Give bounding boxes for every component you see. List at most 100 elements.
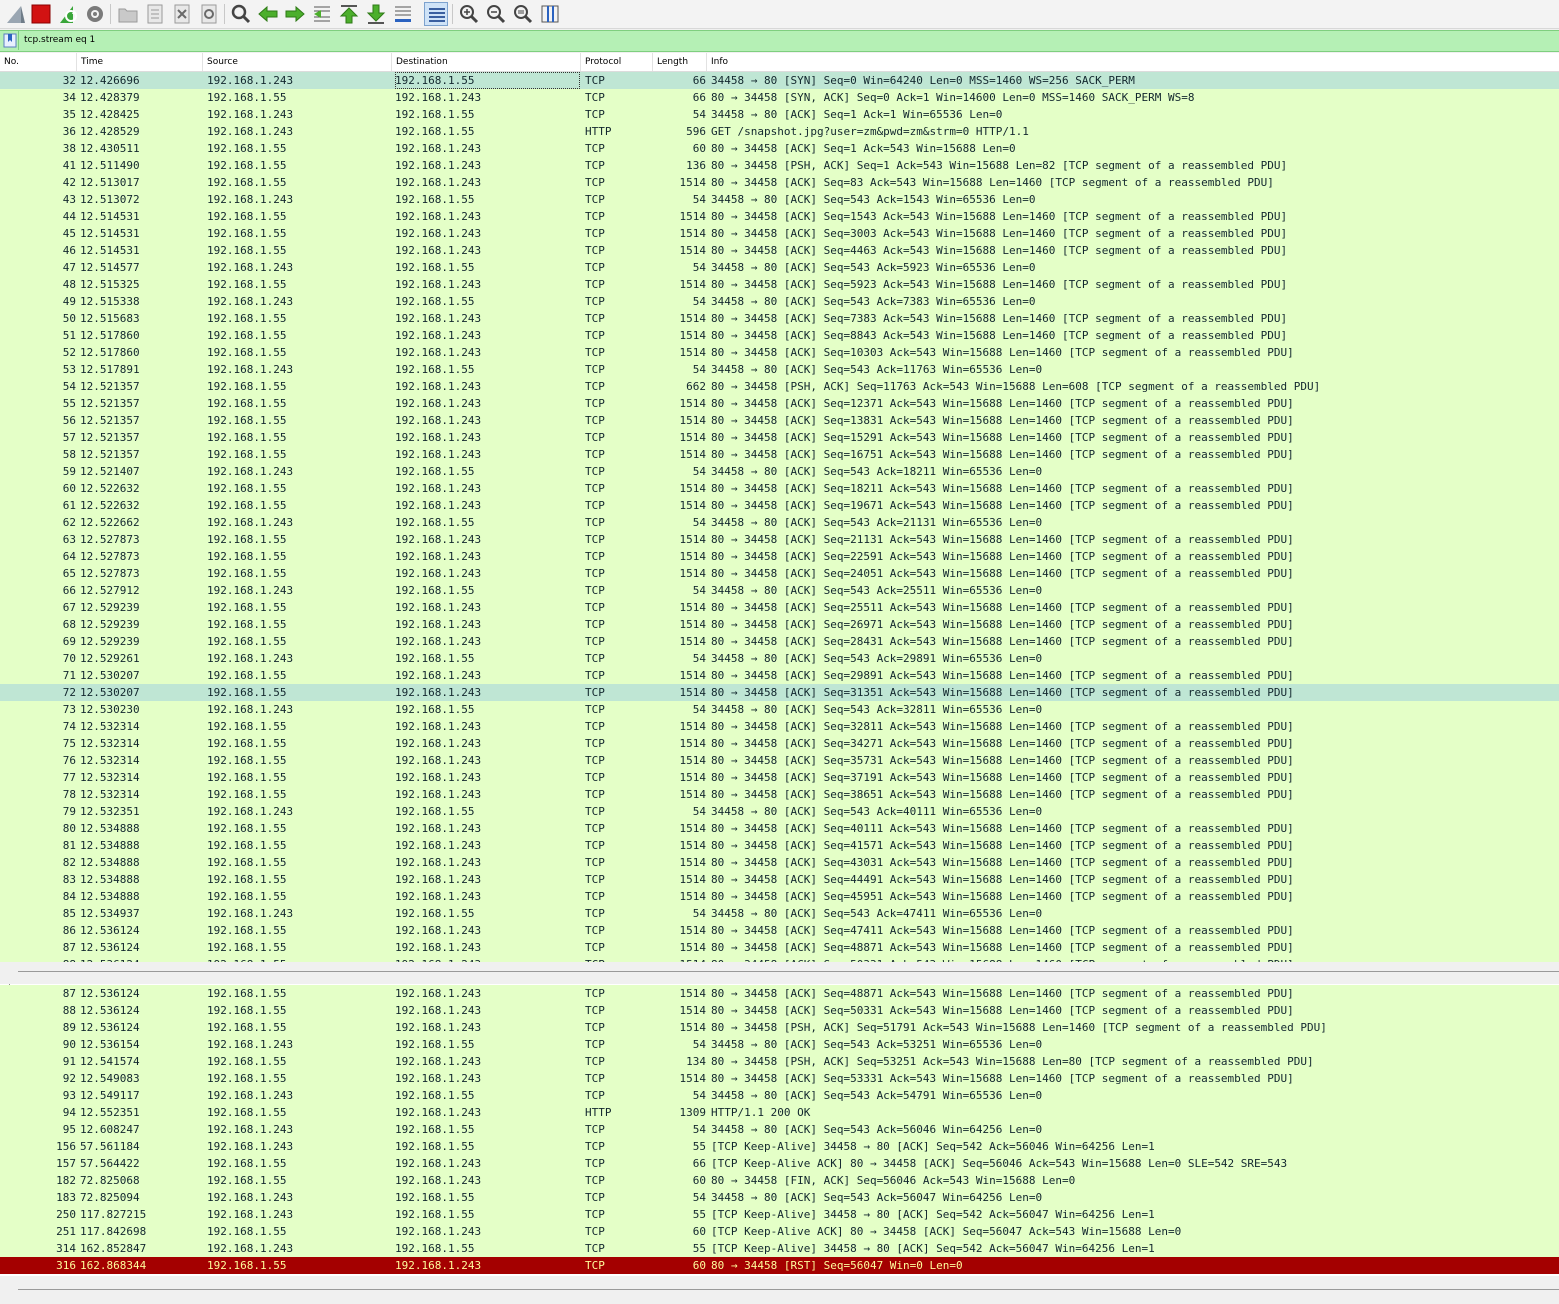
- zoom-in-icon[interactable]: [457, 2, 481, 26]
- packet-row[interactable]: 69 12.529239 192.168.1.55 192.168.1.243 TCP 1…: [0, 633, 1559, 650]
- column-header-length[interactable]: Length: [653, 53, 707, 71]
- packet-row[interactable]: 60 12.522632 192.168.1.55 192.168.1.243 TCP 1…: [0, 480, 1559, 497]
- stop-capture-icon[interactable]: [29, 2, 53, 26]
- packet-row[interactable]: 42 12.513017 192.168.1.55 192.168.1.243 TCP 1…: [0, 174, 1559, 191]
- restart-capture-icon[interactable]: [56, 2, 80, 26]
- colorize-icon[interactable]: [424, 2, 448, 26]
- packet-row[interactable]: 87 12.536124 192.168.1.55 192.168.1.243 TCP 1…: [0, 939, 1559, 956]
- packet-row[interactable]: 38 12.430511 192.168.1.55 192.168.1.243 TCP 6…: [0, 140, 1559, 157]
- packet-row[interactable]: 77 12.532314 192.168.1.55 192.168.1.243 TCP 1…: [0, 769, 1559, 786]
- packet-row[interactable]: 35 12.428425 192.168.1.243 192.168.1.55 TCP 5…: [0, 106, 1559, 123]
- packet-row[interactable]: 81 12.534888 192.168.1.55 192.168.1.243 TCP 1…: [0, 837, 1559, 854]
- packet-row[interactable]: 63 12.527873 192.168.1.55 192.168.1.243 TCP 1…: [0, 531, 1559, 548]
- packet-row[interactable]: 88 12.536124 192.168.1.55 192.168.1.243 TCP 1…: [0, 1002, 1559, 1019]
- packet-row[interactable]: 76 12.532314 192.168.1.55 192.168.1.243 TCP 1…: [0, 752, 1559, 769]
- packet-row[interactable]: 74 12.532314 192.168.1.55 192.168.1.243 TCP 1…: [0, 718, 1559, 735]
- packet-row[interactable]: 55 12.521357 192.168.1.55 192.168.1.243 TCP 1…: [0, 395, 1559, 412]
- packet-row[interactable]: 93 12.549117 192.168.1.243 192.168.1.55 TCP 5…: [0, 1087, 1559, 1104]
- zoom-out-icon[interactable]: [484, 2, 508, 26]
- packet-row[interactable]: 47 12.514577 192.168.1.243 192.168.1.55 TCP 5…: [0, 259, 1559, 276]
- packet-row[interactable]: 87 12.536124 192.168.1.55 192.168.1.243 TCP 1…: [0, 985, 1559, 1002]
- packet-row[interactable]: 75 12.532314 192.168.1.55 192.168.1.243 TCP 1…: [0, 735, 1559, 752]
- normal-size-icon[interactable]: [511, 2, 535, 26]
- capture-options-icon[interactable]: [83, 2, 107, 26]
- find-packet-icon[interactable]: [229, 2, 253, 26]
- packet-row[interactable]: 72 12.530207 192.168.1.55 192.168.1.243 TCP 1…: [0, 684, 1559, 701]
- column-header-time[interactable]: Time: [77, 53, 203, 71]
- column-header-no[interactable]: No.: [0, 53, 77, 71]
- go-forward-icon[interactable]: [283, 2, 307, 26]
- packet-row[interactable]: 89 12.536124 192.168.1.55 192.168.1.243 TCP 1…: [0, 1019, 1559, 1036]
- packet-row[interactable]: 85 12.534937 192.168.1.243 192.168.1.55 TCP 5…: [0, 905, 1559, 922]
- shark-fin-start-icon[interactable]: [3, 2, 27, 26]
- packet-row[interactable]: 79 12.532351 192.168.1.243 192.168.1.55 TCP 5…: [0, 803, 1559, 820]
- packet-row[interactable]: 48 12.515325 192.168.1.55 192.168.1.243 TCP 1…: [0, 276, 1559, 293]
- packet-row[interactable]: 95 12.608247 192.168.1.243 192.168.1.55 TCP 5…: [0, 1121, 1559, 1138]
- packet-row[interactable]: 41 12.511490 192.168.1.55 192.168.1.243 TCP 1…: [0, 157, 1559, 174]
- display-filter-input[interactable]: [18, 31, 1559, 50]
- packet-row[interactable]: 73 12.530230 192.168.1.243 192.168.1.55 TCP 5…: [0, 701, 1559, 718]
- packet-row[interactable]: 94 12.552351 192.168.1.55 192.168.1.243 HTTP…: [0, 1104, 1559, 1121]
- packet-row[interactable]: 62 12.522662 192.168.1.243 192.168.1.55 TCP 5…: [0, 514, 1559, 531]
- packet-row[interactable]: 90 12.536154 192.168.1.243 192.168.1.55 TCP 5…: [0, 1036, 1559, 1053]
- packet-row[interactable]: 156 57.561184 192.168.1.243 192.168.1.55 TCP…: [0, 1138, 1559, 1155]
- packet-row[interactable]: 91 12.541574 192.168.1.55 192.168.1.243 TCP 1…: [0, 1053, 1559, 1070]
- packet-row[interactable]: 54 12.521357 192.168.1.55 192.168.1.243 TCP 6…: [0, 378, 1559, 395]
- bookmark-icon[interactable]: [3, 33, 17, 48]
- packet-row[interactable]: 64 12.527873 192.168.1.55 192.168.1.243 TCP 1…: [0, 548, 1559, 565]
- packet-row[interactable]: 78 12.532314 192.168.1.55 192.168.1.243 TCP 1…: [0, 786, 1559, 803]
- packet-row[interactable]: 86 12.536124 192.168.1.55 192.168.1.243 TCP 1…: [0, 922, 1559, 939]
- packet-row[interactable]: 80 12.534888 192.168.1.55 192.168.1.243 TCP 1…: [0, 820, 1559, 837]
- go-first-packet-icon[interactable]: [337, 2, 361, 26]
- packet-row[interactable]: 92 12.549083 192.168.1.55 192.168.1.243 TCP 1…: [0, 1070, 1559, 1087]
- packet-row[interactable]: 46 12.514531 192.168.1.55 192.168.1.243 TCP 1…: [0, 242, 1559, 259]
- open-file-icon[interactable]: [116, 2, 140, 26]
- packet-row[interactable]: 36 12.428529 192.168.1.243 192.168.1.55 HTTP…: [0, 123, 1559, 140]
- packet-row[interactable]: 83 12.534888 192.168.1.55 192.168.1.243 TCP 1…: [0, 871, 1559, 888]
- packet-row[interactable]: 68 12.529239 192.168.1.55 192.168.1.243 TCP 1…: [0, 616, 1559, 633]
- packet-row[interactable]: 71 12.530207 192.168.1.55 192.168.1.243 TCP 1…: [0, 667, 1559, 684]
- packet-row[interactable]: 65 12.527873 192.168.1.55 192.168.1.243 TCP 1…: [0, 565, 1559, 582]
- packet-row[interactable]: 67 12.529239 192.168.1.55 192.168.1.243 TCP 1…: [0, 599, 1559, 616]
- packet-row[interactable]: 59 12.521407 192.168.1.243 192.168.1.55 TCP 5…: [0, 463, 1559, 480]
- go-back-icon[interactable]: [256, 2, 280, 26]
- close-file-icon[interactable]: [170, 2, 194, 26]
- packet-row[interactable]: 314 162.852847 192.168.1.243 192.168.1.55 TC…: [0, 1240, 1559, 1257]
- packet-row[interactable]: 82 12.534888 192.168.1.55 192.168.1.243 TCP 1…: [0, 854, 1559, 871]
- column-header-destination[interactable]: Destination: [392, 53, 581, 71]
- packet-row[interactable]: 51 12.517860 192.168.1.55 192.168.1.243 TCP 1…: [0, 327, 1559, 344]
- pane-splitter[interactable]: [0, 962, 1559, 984]
- packet-row[interactable]: 70 12.529261 192.168.1.243 192.168.1.55 TCP 5…: [0, 650, 1559, 667]
- packet-row[interactable]: 84 12.534888 192.168.1.55 192.168.1.243 TCP 1…: [0, 888, 1559, 905]
- resize-columns-icon[interactable]: [538, 2, 562, 26]
- packet-row[interactable]: 57 12.521357 192.168.1.55 192.168.1.243 TCP 1…: [0, 429, 1559, 446]
- packet-row[interactable]: 34 12.428379 192.168.1.55 192.168.1.243 TCP 6…: [0, 89, 1559, 106]
- packet-row[interactable]: 183 72.825094 192.168.1.243 192.168.1.55 TCP…: [0, 1189, 1559, 1206]
- column-header-protocol[interactable]: Protocol: [581, 53, 653, 71]
- packet-row[interactable]: 44 12.514531 192.168.1.55 192.168.1.243 TCP 1…: [0, 208, 1559, 225]
- packet-row[interactable]: 66 12.527912 192.168.1.243 192.168.1.55 TCP 5…: [0, 582, 1559, 599]
- packet-row[interactable]: 61 12.522632 192.168.1.55 192.168.1.243 TCP 1…: [0, 497, 1559, 514]
- packet-row[interactable]: 182 72.825068 192.168.1.55 192.168.1.243 TCP…: [0, 1172, 1559, 1189]
- packet-row[interactable]: 32 12.426696 192.168.1.243 192.168.1.55 TCP 6…: [0, 72, 1559, 89]
- reload-file-icon[interactable]: [197, 2, 221, 26]
- pane-splitter[interactable]: [0, 1276, 1559, 1304]
- packet-row[interactable]: 53 12.517891 192.168.1.243 192.168.1.55 TCP 5…: [0, 361, 1559, 378]
- go-to-packet-icon[interactable]: [310, 2, 334, 26]
- packet-row[interactable]: 56 12.521357 192.168.1.55 192.168.1.243 TCP 1…: [0, 412, 1559, 429]
- auto-scroll-icon[interactable]: [391, 2, 415, 26]
- column-header-source[interactable]: Source: [203, 53, 392, 71]
- packet-row[interactable]: 316 162.868344 192.168.1.55 192.168.1.243 TC…: [0, 1257, 1559, 1274]
- packet-row[interactable]: 58 12.521357 192.168.1.55 192.168.1.243 TCP 1…: [0, 446, 1559, 463]
- save-file-icon[interactable]: [143, 2, 167, 26]
- packet-row[interactable]: 157 57.564422 192.168.1.55 192.168.1.243 TCP…: [0, 1155, 1559, 1172]
- packet-row[interactable]: 251 117.842698 192.168.1.55 192.168.1.243 TC…: [0, 1223, 1559, 1240]
- go-last-packet-icon[interactable]: [364, 2, 388, 26]
- column-header-info[interactable]: Info: [707, 53, 1559, 71]
- packet-row[interactable]: 49 12.515338 192.168.1.243 192.168.1.55 TCP 5…: [0, 293, 1559, 310]
- packet-row[interactable]: 45 12.514531 192.168.1.55 192.168.1.243 TCP 1…: [0, 225, 1559, 242]
- packet-row[interactable]: 250 117.827215 192.168.1.243 192.168.1.55 TC…: [0, 1206, 1559, 1223]
- packet-row[interactable]: 52 12.517860 192.168.1.55 192.168.1.243 TCP 1…: [0, 344, 1559, 361]
- packet-row[interactable]: 43 12.513072 192.168.1.243 192.168.1.55 TCP 5…: [0, 191, 1559, 208]
- packet-row[interactable]: 50 12.515683 192.168.1.55 192.168.1.243 TCP 1…: [0, 310, 1559, 327]
